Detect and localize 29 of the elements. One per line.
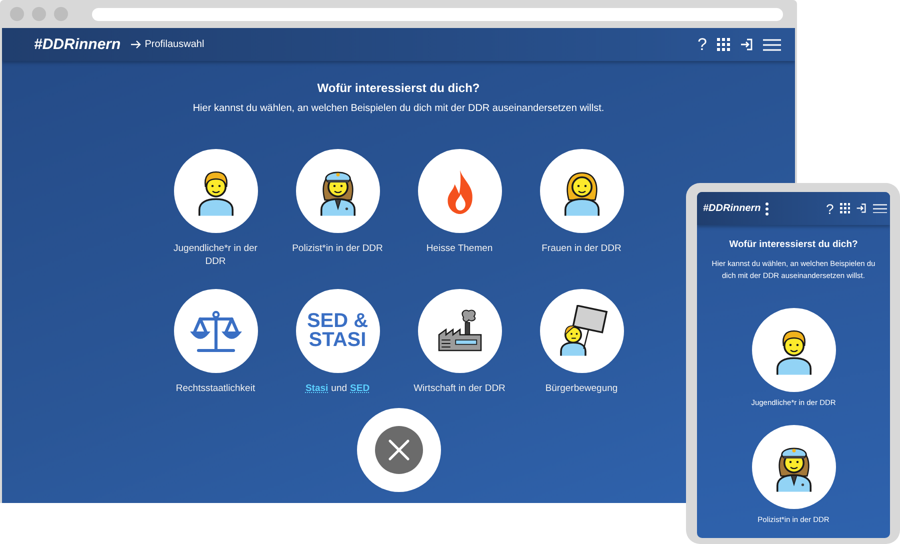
profile-label: Jugendliche*r in der DDR [172, 242, 258, 268]
profile-label: Bürgerbewegung [545, 382, 618, 395]
help-button[interactable]: ? [698, 34, 707, 54]
arrow-right-icon [130, 40, 141, 49]
profile-label: Frauen in der DDR [542, 242, 622, 255]
page-heading: Wofür interessierst du dich? [729, 239, 858, 250]
profile-label: Rechtsstaatlichkeit [176, 382, 256, 395]
logo-text: SED & STASI [306, 312, 368, 350]
profile-label: und [331, 382, 348, 395]
menu-icon[interactable] [763, 38, 781, 50]
profile-label: Heisse Themen [426, 242, 493, 255]
site-logo[interactable]: #DDRinnern [34, 36, 121, 53]
breadcrumb-link[interactable]: Profilauswahl [144, 39, 204, 50]
login-icon[interactable] [856, 203, 867, 214]
profile-link[interactable]: Stasi [305, 382, 328, 395]
profile-link[interactable]: SED [350, 382, 370, 395]
login-icon[interactable] [740, 38, 753, 51]
apps-grid-icon[interactable] [840, 203, 850, 214]
profile-button[interactable]: SED & STASI [296, 289, 380, 373]
help-button[interactable]: ? [826, 200, 834, 216]
page-heading: Wofür interessierst du dich? [317, 81, 480, 95]
site-logo[interactable]: #DDRinnern [703, 203, 761, 214]
close-icon [388, 439, 410, 461]
intro-text: Hier kannst du wählen, an welchen Beispielen du dich mit der DDR auseinandersetzen willst. [192, 103, 604, 114]
menu-icon[interactable] [872, 204, 887, 214]
profile-label: Polizist*in in der DDR [292, 242, 383, 255]
profile-label: Wirtschaft in der DDR [414, 382, 506, 395]
apps-grid-icon[interactable] [717, 38, 730, 51]
more-options-icon[interactable] [764, 202, 769, 216]
